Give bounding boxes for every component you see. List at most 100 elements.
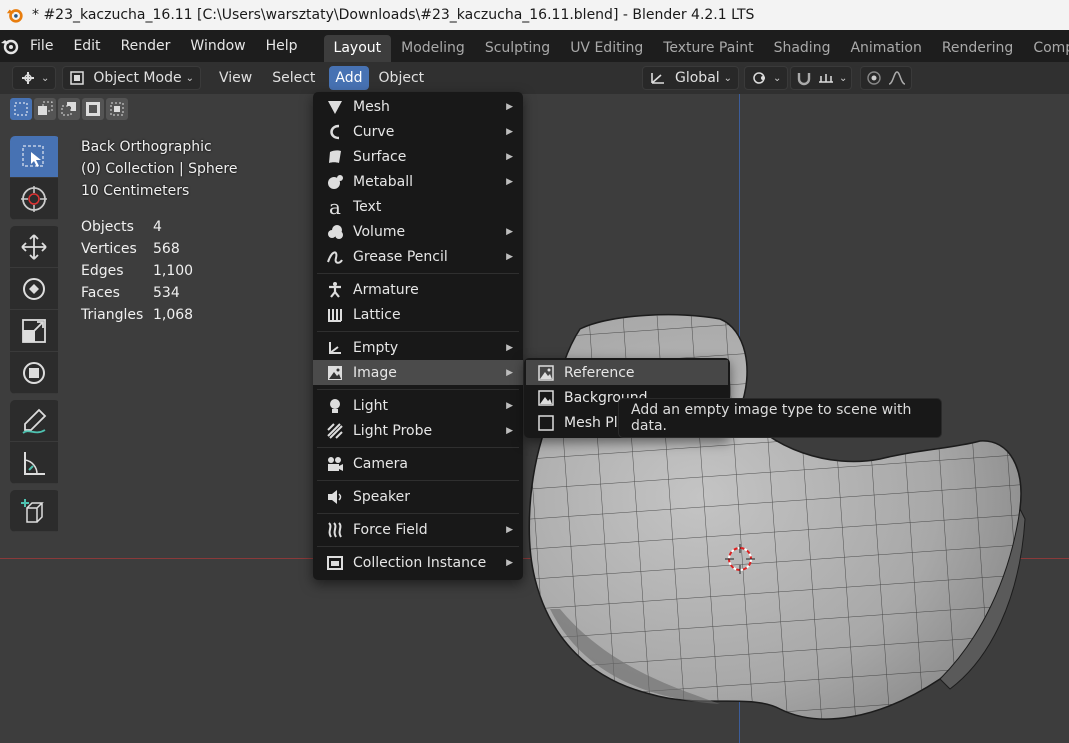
annotate-tool-icon[interactable] bbox=[10, 400, 58, 442]
menu-help[interactable]: Help bbox=[256, 33, 308, 59]
measure-tool-icon[interactable] bbox=[10, 442, 58, 484]
camera-icon bbox=[325, 454, 345, 474]
menu-item-surface[interactable]: Surface ▶ bbox=[313, 144, 523, 169]
snap-toggle[interactable]: ⌄ bbox=[790, 66, 853, 90]
move-tool-icon[interactable] bbox=[10, 226, 58, 268]
tab-layout[interactable]: Layout bbox=[323, 35, 392, 62]
menu-select[interactable]: Select bbox=[266, 66, 321, 90]
viewport-info: Back Orthographic (0) Collection | Spher… bbox=[81, 136, 237, 202]
stat-row: Triangles 1,068 bbox=[81, 307, 194, 323]
empty-icon bbox=[325, 338, 345, 358]
chevron-down-icon: ⌄ bbox=[773, 72, 782, 84]
menu-item-light-probe[interactable]: Light Probe ▶ bbox=[313, 418, 523, 443]
metaball-icon bbox=[325, 172, 345, 192]
menu-separator bbox=[317, 330, 519, 332]
image-background-icon bbox=[536, 388, 556, 408]
transform-orientation-selector[interactable]: Global ⌄ bbox=[642, 66, 740, 90]
snap-increment-icon bbox=[819, 74, 833, 83]
add-cube-tool-icon[interactable] bbox=[10, 490, 58, 532]
lattice-icon bbox=[325, 305, 345, 325]
blender-logo-icon bbox=[6, 9, 23, 23]
add-menu: Mesh ▶ Curve ▶ Surface ▶ Metaball ▶ a Text V… bbox=[313, 92, 523, 580]
menu-add[interactable]: Add bbox=[329, 66, 369, 90]
menu-object[interactable]: Object bbox=[373, 66, 431, 90]
mode-label: Object Mode bbox=[93, 70, 182, 86]
tab-uv-editing[interactable]: UV Editing bbox=[560, 35, 653, 62]
menu-item-lattice[interactable]: Lattice bbox=[313, 302, 523, 327]
text-icon: a bbox=[329, 194, 341, 219]
force-field-icon bbox=[325, 520, 345, 540]
menu-separator bbox=[317, 272, 519, 274]
chevron-down-icon: ⌄ bbox=[185, 72, 194, 84]
scale-tool-icon[interactable] bbox=[10, 310, 58, 352]
menu-item-armature[interactable]: Armature bbox=[313, 277, 523, 302]
menu-item-image[interactable]: Image ▶ bbox=[313, 360, 523, 385]
pivot-icon bbox=[753, 72, 765, 84]
mode-selector[interactable]: Object Mode ⌄ bbox=[62, 66, 201, 90]
menu-item-empty[interactable]: Empty ▶ bbox=[313, 335, 523, 360]
armature-icon bbox=[325, 280, 345, 300]
menu-render[interactable]: Render bbox=[111, 33, 181, 59]
tool-shelf bbox=[10, 136, 60, 538]
orientation-label: Global bbox=[675, 70, 720, 86]
blender-menu-icon[interactable] bbox=[0, 37, 20, 55]
menu-separator bbox=[317, 545, 519, 547]
menu-separator bbox=[317, 446, 519, 448]
tab-rendering[interactable]: Rendering bbox=[932, 35, 1024, 62]
menu-separator bbox=[317, 479, 519, 481]
menu-item-grease-pencil[interactable]: Grease Pencil ▶ bbox=[313, 244, 523, 269]
scene-statistics: Objects 4 Vertices 568 Edges 1,100 Faces 534… bbox=[81, 216, 193, 326]
menu-item-light[interactable]: Light ▶ bbox=[313, 393, 523, 418]
window-title: * #23_kaczucha_16.11 [C:\Users\warsztaty… bbox=[32, 7, 755, 23]
speaker-icon bbox=[325, 487, 345, 507]
menu-item-mesh[interactable]: Mesh ▶ bbox=[313, 94, 523, 119]
tab-texture-paint[interactable]: Texture Paint bbox=[653, 35, 763, 62]
menu-item-volume[interactable]: Volume ▶ bbox=[313, 219, 523, 244]
submenu-item-reference[interactable]: Reference bbox=[526, 360, 728, 385]
menu-window[interactable]: Window bbox=[180, 33, 255, 59]
menu-item-force-field[interactable]: Force Field ▶ bbox=[313, 517, 523, 542]
menu-item-metaball[interactable]: Metaball ▶ bbox=[313, 169, 523, 194]
collection-instance-icon bbox=[325, 553, 345, 573]
tab-shading[interactable]: Shading bbox=[764, 35, 841, 62]
tab-modeling[interactable]: Modeling bbox=[391, 35, 475, 62]
select-invert-icon[interactable] bbox=[82, 98, 104, 120]
menu-separator bbox=[317, 512, 519, 514]
cursor-tool-icon[interactable] bbox=[10, 178, 58, 220]
tab-compositing[interactable]: Comp bbox=[1023, 35, 1069, 62]
proportional-editing-toggle[interactable] bbox=[860, 66, 912, 90]
workspace-tabs: Layout Modeling Sculpting UV Editing Tex… bbox=[323, 30, 1069, 62]
3d-cursor-icon[interactable] bbox=[725, 544, 755, 574]
menu-item-curve[interactable]: Curve ▶ bbox=[313, 119, 523, 144]
tab-sculpting[interactable]: Sculpting bbox=[475, 35, 560, 62]
surface-icon bbox=[325, 147, 345, 167]
select-box-new-icon[interactable] bbox=[10, 98, 32, 120]
selection-mode-buttons bbox=[10, 98, 128, 120]
image-reference-icon bbox=[536, 363, 556, 383]
menu-item-collection-instance[interactable]: Collection Instance ▶ bbox=[313, 550, 523, 575]
menu-view[interactable]: View bbox=[213, 66, 258, 90]
editor-type-button[interactable]: ⌄ bbox=[12, 66, 57, 90]
magnet-icon bbox=[797, 73, 811, 86]
select-extend-icon[interactable] bbox=[34, 98, 56, 120]
chevron-down-icon: ⌄ bbox=[41, 72, 50, 84]
menu-item-text[interactable]: a Text bbox=[313, 194, 523, 219]
object-mode-icon bbox=[70, 71, 85, 85]
tab-animation[interactable]: Animation bbox=[840, 35, 931, 62]
window-title-bar: * #23_kaczucha_16.11 [C:\Users\warsztaty… bbox=[0, 0, 1069, 30]
select-subtract-icon[interactable] bbox=[58, 98, 80, 120]
falloff-curve-icon bbox=[888, 71, 906, 85]
menu-item-camera[interactable]: Camera bbox=[313, 451, 523, 476]
menu-item-speaker[interactable]: Speaker bbox=[313, 484, 523, 509]
tooltip: Add an empty image type to scene with da… bbox=[618, 398, 942, 438]
transform-tool-icon[interactable] bbox=[10, 352, 58, 394]
select-box-tool-icon[interactable] bbox=[10, 136, 58, 178]
menu-file[interactable]: File bbox=[20, 33, 63, 59]
top-menu-bar: File Edit Render Window Help Layout Mode… bbox=[0, 30, 1069, 62]
volume-icon bbox=[325, 222, 345, 242]
rotate-tool-icon[interactable] bbox=[10, 268, 58, 310]
select-intersect-icon[interactable] bbox=[106, 98, 128, 120]
pivot-point-selector[interactable]: ⌄ bbox=[744, 66, 789, 90]
menu-edit[interactable]: Edit bbox=[63, 33, 110, 59]
light-icon bbox=[325, 396, 345, 416]
